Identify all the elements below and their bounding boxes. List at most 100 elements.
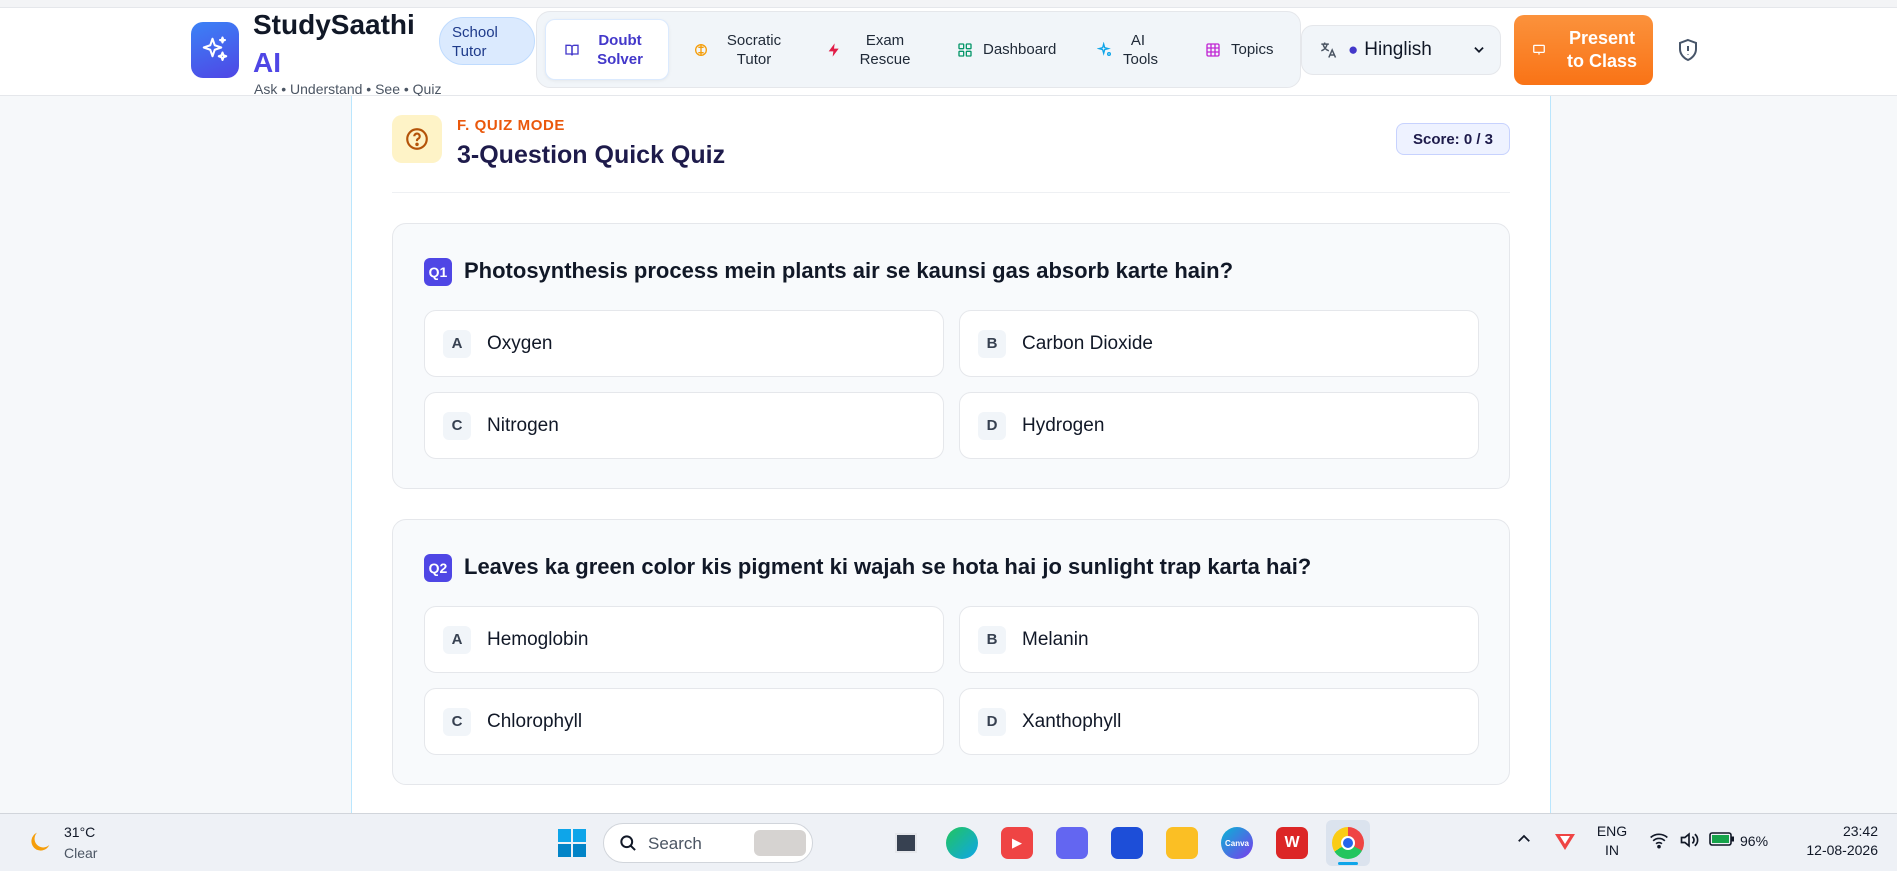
youtube-icon[interactable]: ▶ [1001, 827, 1033, 859]
sparkles-logo-icon [202, 36, 228, 61]
nav-topics-label: Topics [1231, 41, 1274, 58]
elephants-icon [754, 830, 806, 856]
brand-name-text: StudySaathi [253, 9, 415, 40]
option-key: C [443, 707, 471, 736]
option-text: Oxygen [487, 332, 553, 354]
windows-logo-icon [558, 829, 586, 857]
option-text: Hydrogen [1022, 414, 1105, 436]
language-select[interactable]: ● Hinglish [1301, 25, 1501, 75]
main-nav: Doubt Solver Socratic Tutor Exam Rescue … [536, 11, 1301, 88]
question-text: Photosynthesis process mein plants air s… [464, 258, 1234, 283]
input-language-line1: ENG [1596, 823, 1628, 839]
start-button[interactable] [556, 827, 588, 859]
sparkles-icon [1097, 41, 1111, 56]
question-text: Leaves ka green color kis pigment ki waj… [464, 554, 1312, 579]
app-logo[interactable] [191, 22, 239, 78]
canva-label: Canva [1224, 838, 1249, 848]
clock-date: 12-08-2026 [1806, 842, 1878, 858]
option-key: B [978, 329, 1006, 358]
chrome-icon[interactable] [1326, 820, 1370, 866]
wps-office-icon[interactable]: W [1276, 827, 1308, 859]
nav-dashboard-label: Dashboard [983, 41, 1057, 58]
book-open-icon [565, 44, 579, 55]
option-key: D [978, 707, 1006, 736]
header-divider [392, 192, 1510, 193]
search-placeholder: Search [648, 834, 702, 853]
question-card-1: Q1 Photosynthesis process mein plants ai… [392, 223, 1510, 489]
option-key: A [443, 329, 471, 358]
input-language[interactable]: ENG IN [1594, 822, 1630, 860]
battery-icon[interactable] [1709, 831, 1735, 852]
grid-icon [958, 42, 972, 57]
nav-topics[interactable]: Topics [1205, 19, 1285, 80]
system-clock[interactable]: 23:42 12-08-2026 [1786, 822, 1878, 860]
nav-exam-rescue[interactable]: Exam Rescue [826, 19, 926, 80]
brand-ai-text: AI [253, 47, 281, 78]
present-to-class-label: Present to Class [1566, 28, 1638, 71]
nav-doubt-solver[interactable]: Doubt Solver [545, 19, 669, 80]
input-language-line2: IN [1605, 842, 1619, 858]
canva-icon[interactable]: Canva [1221, 827, 1253, 859]
option-text: Xanthophyll [1022, 710, 1122, 732]
shield-icon[interactable] [1676, 37, 1700, 63]
question-circle-icon [406, 128, 428, 150]
option-d[interactable]: D Hydrogen [959, 392, 1479, 459]
file-explorer-icon[interactable] [1166, 827, 1198, 859]
option-text: Nitrogen [487, 414, 559, 436]
teams-icon[interactable] [1056, 827, 1088, 859]
nav-doubt-solver-label: Doubt Solver [597, 31, 643, 68]
nav-socratic-tutor-label: Socratic Tutor [726, 31, 782, 68]
question-number-badge: Q2 [424, 554, 452, 582]
option-c[interactable]: C Nitrogen [424, 392, 944, 459]
option-d[interactable]: D Xanthophyll [959, 688, 1479, 755]
option-key: B [978, 625, 1006, 654]
score-badge: Score: 0 / 3 [1396, 123, 1510, 155]
option-text: Hemoglobin [487, 628, 589, 650]
edge-browser-icon[interactable] [946, 827, 978, 859]
nav-ai-tools-label: AI Tools [1123, 31, 1159, 68]
option-text: Carbon Dioxide [1022, 332, 1153, 354]
option-a[interactable]: A Oxygen [424, 310, 944, 377]
nav-dashboard[interactable]: Dashboard [957, 19, 1067, 80]
volume-icon[interactable] [1679, 831, 1699, 854]
taskbar-search[interactable]: Search [603, 823, 813, 863]
wifi-icon[interactable] [1649, 831, 1669, 854]
brand-tagline: Ask • Understand • See • Quiz [254, 81, 442, 97]
option-text: Melanin [1022, 628, 1089, 650]
quiz-mode-icon-box [392, 115, 442, 163]
store-icon[interactable] [1111, 827, 1143, 859]
option-a[interactable]: A Hemoglobin [424, 606, 944, 673]
search-icon [620, 835, 636, 851]
translate-icon [1321, 42, 1337, 58]
language-selected: Hinglish [1364, 39, 1432, 60]
app-header: StudySaathi AI Ask • Understand • See • … [0, 0, 1897, 97]
speaker-icon: ● [1348, 40, 1359, 59]
question-card-2: Q2 Leaves ka green color kis pigment ki … [392, 519, 1510, 785]
option-b[interactable]: B Carbon Dioxide [959, 310, 1479, 377]
quiz-mode-label: F. QUIZ MODE [457, 117, 566, 134]
brand-name: StudySaathi AI [253, 6, 415, 82]
task-view-icon[interactable] [890, 827, 922, 859]
option-text: Chlorophyll [487, 710, 583, 732]
nav-socratic-tutor[interactable]: Socratic Tutor [693, 19, 801, 80]
chevron-down-icon [1474, 47, 1484, 53]
tray-app-icon[interactable] [1553, 830, 1577, 852]
table-icon [1206, 42, 1220, 57]
brain-icon [695, 43, 707, 56]
battery-percent: 96% [1740, 833, 1769, 849]
option-c[interactable]: C Chlorophyll [424, 688, 944, 755]
school-tutor-pill[interactable]: School Tutor [439, 17, 535, 65]
present-to-class-button[interactable]: Present to Class [1514, 15, 1653, 85]
option-key: A [443, 625, 471, 654]
nav-ai-tools[interactable]: AI Tools [1097, 19, 1169, 80]
question-number-badge: Q1 [424, 258, 452, 286]
show-hidden-icons-chevron-icon[interactable] [1515, 830, 1535, 850]
option-key: D [978, 411, 1006, 440]
weather-temp: 31°C [64, 824, 96, 840]
presentation-icon [1533, 44, 1545, 55]
windows-taskbar: 31°C Clear Search ▶ Canva W ENG IN 96% 2… [0, 813, 1897, 871]
option-b[interactable]: B Melanin [959, 606, 1479, 673]
lightning-icon [828, 42, 839, 57]
quiz-title: 3-Question Quick Quiz [457, 141, 726, 169]
option-key: C [443, 411, 471, 440]
